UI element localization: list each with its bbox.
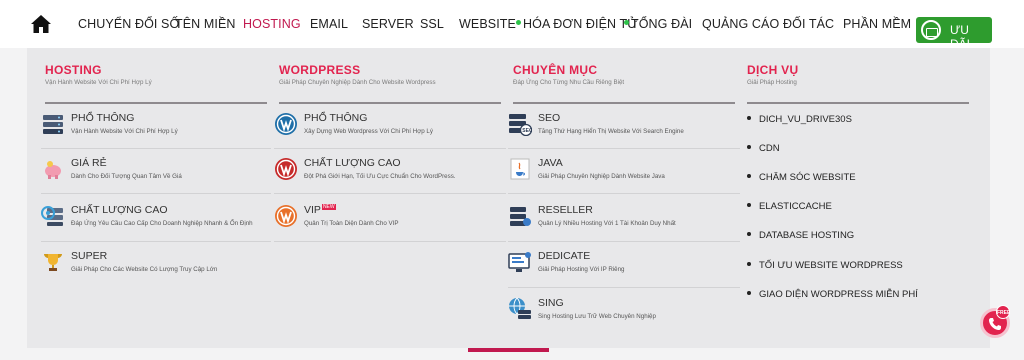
menu-item-desc: Dành Cho Đối Tượng Quan Tâm Về Giá — [71, 173, 182, 180]
wordpress-orange-icon — [275, 205, 297, 227]
service-link-database-hosting[interactable]: DATABASE HOSTING — [747, 230, 854, 241]
divider — [279, 102, 501, 104]
nav-item-hosting[interactable]: HOSTING — [243, 17, 301, 31]
top-nav: CHUYỂN ĐỔI SỐ TÊN MIỀN HOSTING EMAIL SER… — [0, 0, 1024, 51]
menu-item-desc: Xây Dựng Web Wordpress Với Chi Phí Hợp L… — [304, 128, 433, 135]
menu-item-desc: Đáp Ứng Yêu Cầu Cao Cấp Cho Doanh Nghiệp… — [71, 220, 253, 227]
menu-item-name: GIÁ RẺ — [71, 157, 107, 169]
nav-item-tong-dai[interactable]: TỔNG ĐÀI — [624, 17, 692, 31]
divider — [41, 193, 271, 194]
menu-item-name: SING — [538, 297, 564, 309]
divider — [274, 241, 506, 242]
divider — [274, 148, 506, 149]
divider — [508, 241, 740, 242]
menu-item-desc: Giải Pháp Hosting Với IP Riêng — [538, 266, 625, 273]
menu-item-name: PHỔ THÔNG — [304, 112, 368, 124]
free-call-button[interactable]: FREE — [980, 305, 1010, 338]
new-badge: NEW — [321, 204, 336, 210]
menu-item-name: CHẤT LƯỢNG CAO — [304, 157, 401, 169]
column-title: CHUYÊN MỤC — [513, 63, 598, 77]
status-dot-icon — [624, 20, 629, 25]
divider — [274, 193, 506, 194]
nav-item-ssl[interactable]: SSL — [420, 17, 444, 31]
seo-server-icon: SEO — [509, 114, 532, 136]
promo-button[interactable]: ƯU ĐÃI — [916, 17, 992, 51]
nav-item-chuyen-doi-so[interactable]: CHUYỂN ĐỔI SỐ — [78, 17, 179, 31]
server-rack-icon — [43, 115, 63, 134]
menu-item-desc: Sing Hosting Lưu Trữ Web Chuyên Nghiệp — [538, 313, 656, 320]
trophy-icon — [44, 254, 62, 271]
column-subtitle: Giải Pháp Hosting — [747, 79, 797, 86]
service-link-cdn[interactable]: CDN — [747, 143, 780, 154]
divider — [508, 193, 740, 194]
home-icon[interactable] — [30, 14, 52, 34]
service-link-elasticcache[interactable]: ELASTICCACHE — [747, 201, 832, 212]
menu-item-desc: Quản Trị Toàn Diện Dành Cho VIP — [304, 220, 399, 227]
free-badge: FREE — [996, 305, 1010, 319]
active-indicator — [468, 348, 549, 352]
menu-item-desc: Tăng Thứ Hạng Hiển Thị Website Với Searc… — [538, 128, 684, 135]
globe-server-icon — [509, 297, 531, 319]
reseller-server-icon — [510, 207, 531, 226]
wordpress-red-icon — [275, 158, 297, 180]
divider — [41, 148, 271, 149]
divider — [45, 102, 267, 104]
menu-item-name: DEDICATE — [538, 250, 591, 262]
piggy-bank-icon — [45, 161, 61, 179]
menu-item-desc: Giải Pháp Chuyên Nghiệp Dành Website Jav… — [538, 173, 665, 180]
nav-item-ten-mien[interactable]: TÊN MIỀN — [175, 17, 236, 31]
nav-item-email[interactable]: EMAIL — [310, 17, 348, 31]
divider — [508, 287, 740, 288]
mega-menu-panel: HOSTING Vận Hành Website Với Chi Phí Hợp… — [27, 48, 990, 348]
nav-item-website[interactable]: WEBSITE — [459, 17, 516, 31]
menu-item-name: SUPER — [71, 250, 108, 262]
divider — [747, 102, 969, 104]
column-title: DỊCH VỤ — [747, 63, 799, 77]
service-link-giao-dien-wordpress[interactable]: GIAO DIỆN WORDPRESS MIỄN PHÍ — [747, 289, 918, 300]
column-subtitle: Giải Pháp Chuyên Nghiệp Dành Cho Website… — [279, 79, 436, 86]
column-subtitle: Vận Hành Website Với Chi Phí Hợp Lý — [45, 79, 152, 86]
menu-item-desc: Đột Phá Giới Hạn, Tối Ưu Cực Chuẩn Cho W… — [304, 173, 456, 180]
service-link-toi-uu-wordpress[interactable]: TỐI ƯU WEBSITE WORDPRESS — [747, 260, 903, 271]
menu-item-name: CHẤT LƯỢNG CAO — [71, 204, 168, 216]
menu-item-name: SEO — [538, 112, 561, 124]
status-dot-icon — [516, 20, 521, 25]
nav-item-quang-cao[interactable]: QUẢNG CÁO — [702, 17, 779, 31]
service-link-drive30s[interactable]: DICH_VU_DRIVE30S — [747, 114, 852, 125]
menu-item-desc: Vận Hành Website Với Chi Phí Hợp Lý — [71, 128, 178, 135]
java-icon — [510, 158, 530, 180]
nav-item-doi-tac[interactable]: ĐỐI TÁC — [783, 17, 834, 31]
divider — [508, 148, 740, 149]
service-link-cham-soc-website[interactable]: CHĂM SÓC WEBSITE — [747, 172, 856, 183]
dedicated-monitor-icon — [508, 252, 531, 272]
menu-item-desc: Quản Lý Nhiều Hosting Với 1 Tài Khoản Du… — [538, 220, 676, 227]
column-title: HOSTING — [45, 63, 102, 77]
server-gear-icon — [41, 206, 63, 226]
menu-item-name: PHỔ THÔNG — [71, 112, 135, 124]
gift-icon — [921, 20, 941, 40]
column-title: WORDPRESS — [279, 63, 361, 77]
menu-item-name: RESELLER — [538, 204, 593, 216]
divider — [41, 241, 271, 242]
menu-item-desc: Giải Pháp Cho Các Website Có Lượng Truy … — [71, 266, 218, 273]
wordpress-blue-icon — [275, 113, 297, 135]
nav-item-phan-mem[interactable]: PHẦN MỀM — [843, 17, 911, 31]
nav-item-server[interactable]: SERVER — [362, 17, 414, 31]
column-subtitle: Đáp Ứng Cho Từng Nhu Cầu Riêng Biệt — [513, 79, 625, 86]
divider — [513, 102, 735, 104]
svg-text:SEO: SEO — [522, 128, 532, 134]
nav-item-hoa-don-dien-tu[interactable]: HÓA ĐƠN ĐIỆN TỬ — [516, 17, 638, 31]
menu-item-name: JAVA — [538, 157, 563, 169]
menu-item-name: VIP NEW — [304, 204, 336, 216]
